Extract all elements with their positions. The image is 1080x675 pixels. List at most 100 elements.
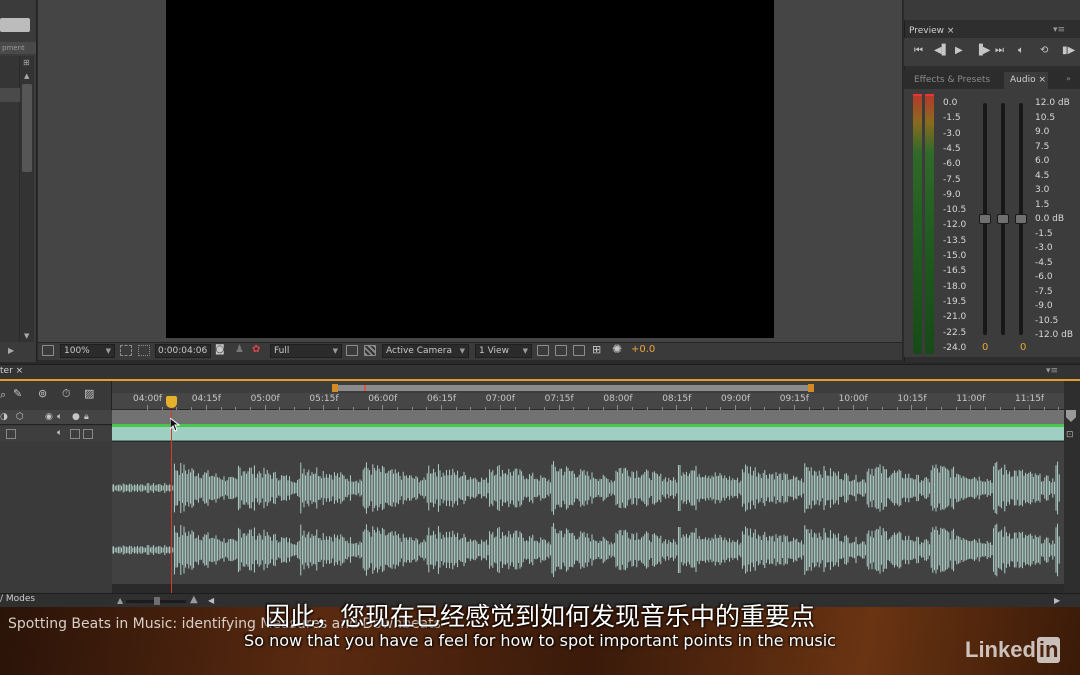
db-left-label: -6.0 — [943, 159, 961, 170]
audio-layer-bar[interactable] — [112, 427, 1064, 441]
ruler-tick-label: 10:15f — [897, 394, 927, 404]
composition-canvas[interactable] — [166, 0, 774, 338]
reset-exposure-icon[interactable]: ✺ — [612, 342, 622, 356]
logo-in-badge: in — [1036, 637, 1061, 663]
view-layout-dropdown[interactable]: 1 View ▼ — [475, 344, 532, 358]
solo-icon[interactable]: ◑ — [0, 412, 8, 422]
solo-checkbox[interactable] — [70, 429, 80, 439]
next-frame-icon[interactable]: ▐▶ — [975, 45, 990, 56]
db-right-label: -1.5 — [1035, 228, 1053, 239]
toggle-pixel-aspect-icon[interactable] — [537, 345, 549, 356]
level-slider-master[interactable] — [997, 214, 1009, 224]
level-slider-right[interactable] — [1015, 214, 1027, 224]
work-area-range[interactable] — [333, 385, 811, 391]
ruler-tick-label: 09:00f — [721, 394, 751, 404]
ruler-tick-label: 04:15f — [191, 394, 221, 404]
brush-icon[interactable]: ✎ — [13, 387, 22, 400]
play-icon[interactable]: ▶ — [955, 45, 963, 56]
prev-frame-icon[interactable]: ◀▌ — [934, 45, 949, 56]
resolution-dropdown[interactable]: Full ▼ — [270, 344, 342, 358]
project-list-item[interactable] — [0, 88, 20, 102]
logo-text: Linked — [965, 637, 1036, 662]
subtitle-english: So now that you have a feel for how to s… — [244, 631, 836, 650]
work-area-end[interactable] — [808, 384, 814, 392]
db-right-label: -4.5 — [1035, 257, 1053, 268]
safe-zones-icon[interactable] — [120, 345, 132, 356]
db-left-label: 0.0 — [943, 98, 958, 108]
snapshot-icon[interactable]: ◙ — [215, 344, 225, 355]
audio-layer-row[interactable] — [0, 426, 112, 442]
db-right-label: 9.0 — [1035, 127, 1050, 137]
speaker-icon[interactable]: 🔈︎ — [57, 412, 62, 422]
shy-icon[interactable]: ⬡ — [16, 412, 24, 422]
region-of-interest-icon[interactable] — [346, 345, 358, 356]
ruler-tick-label: 07:00f — [485, 394, 515, 404]
draft-3d-icon[interactable]: ▨ — [84, 387, 94, 400]
ruler-tick-label: 08:15f — [662, 394, 692, 404]
work-area-start[interactable] — [332, 384, 338, 392]
tab-preview[interactable]: Preview × — [909, 26, 954, 36]
db-left-label: -4.5 — [943, 143, 961, 154]
lock-checkbox[interactable] — [83, 429, 93, 439]
db-left-label: -13.5 — [943, 235, 967, 246]
project-scroll-thumb[interactable] — [22, 84, 32, 172]
left-level-value[interactable]: 0 — [982, 342, 988, 353]
right-level-value[interactable]: 0 — [1020, 342, 1026, 353]
first-frame-icon[interactable]: ⏮ — [914, 45, 923, 56]
ruler-tick-label: 10:00f — [838, 394, 868, 404]
project-search-input[interactable] — [0, 18, 30, 32]
db-right-label: -7.5 — [1035, 286, 1053, 297]
graph-editor-icon[interactable]: ⊚ — [38, 387, 47, 400]
magnification-dropdown[interactable]: 100% ▼ — [60, 344, 115, 358]
tabs-overflow-icon[interactable]: » — [1066, 74, 1071, 83]
project-column-header[interactable]: pment — [0, 42, 36, 54]
show-snapshot-icon[interactable]: ♟ — [235, 344, 244, 355]
stopwatch-icon[interactable]: ⏱ — [62, 387, 71, 401]
comp-button-icon[interactable]: ⊡ — [1066, 430, 1074, 440]
db-left-label: -22.5 — [943, 327, 967, 338]
always-preview-icon[interactable] — [42, 345, 54, 356]
lock-icon[interactable]: 🔒︎ — [84, 412, 89, 422]
tab-audio[interactable]: Audio × — [1004, 72, 1048, 89]
eye-icon[interactable]: ◉ — [45, 412, 53, 422]
resolution-value: Full — [274, 346, 290, 356]
layer-label-color[interactable] — [6, 429, 16, 439]
tab-effects-presets[interactable]: Effects & Presets — [914, 75, 990, 85]
search-icon[interactable]: ⌕ — [0, 388, 6, 402]
current-time-display[interactable]: 0:00:04:06 — [155, 344, 211, 358]
ram-preview-icon[interactable]: ▮▶ — [1062, 45, 1075, 56]
scroll-up-icon[interactable]: ▲ — [24, 72, 29, 80]
audio-icon[interactable]: 🔈︎ — [1018, 45, 1024, 56]
tab-timeline[interactable]: ter × — [0, 366, 23, 376]
fast-previews-icon[interactable] — [555, 345, 567, 356]
channel-icon[interactable]: ✿ — [252, 344, 260, 355]
timeline-panel-menu[interactable]: ▾≡ — [1046, 366, 1058, 376]
transparency-grid-icon[interactable] — [364, 345, 376, 356]
loop-icon[interactable]: ⟲ — [1040, 45, 1048, 56]
db-right-label: 6.0 — [1035, 156, 1050, 166]
speaker-icon[interactable]: 🔈︎ — [57, 428, 62, 438]
camera-value: Active Camera — [386, 346, 453, 356]
mask-visibility-icon[interactable] — [138, 345, 150, 356]
vu-meter-left — [913, 96, 922, 354]
expand-right-icon[interactable]: ▶ — [8, 346, 14, 355]
exposure-value[interactable]: +0.0 — [631, 344, 655, 355]
flowchart-icon[interactable]: ⊞ — [592, 343, 601, 356]
db-right-label: -6.0 — [1035, 272, 1053, 282]
db-left-label: -16.5 — [943, 266, 967, 277]
timeline-icon[interactable] — [573, 345, 585, 356]
level-slider-left[interactable] — [979, 214, 991, 224]
chevron-down-icon: ▼ — [459, 347, 465, 355]
camera-dropdown[interactable]: Active Camera ▼ — [382, 344, 469, 358]
db-left-label: -10.5 — [943, 205, 967, 216]
playhead-line[interactable] — [171, 410, 172, 595]
db-right-label: 12.0 dB — [1035, 98, 1070, 108]
solo-dot-icon[interactable]: ● — [72, 412, 80, 422]
last-frame-icon[interactable]: ⏭ — [995, 45, 1004, 56]
db-left-label: -12.0 — [943, 220, 967, 231]
scroll-down-icon[interactable]: ▼ — [24, 332, 29, 340]
preview-panel-menu[interactable]: ▾≡ — [1053, 25, 1065, 35]
db-left-label: -7.5 — [943, 174, 961, 185]
playhead-handle[interactable] — [166, 396, 177, 408]
flowchart-icon[interactable]: ⊞ — [23, 58, 30, 67]
